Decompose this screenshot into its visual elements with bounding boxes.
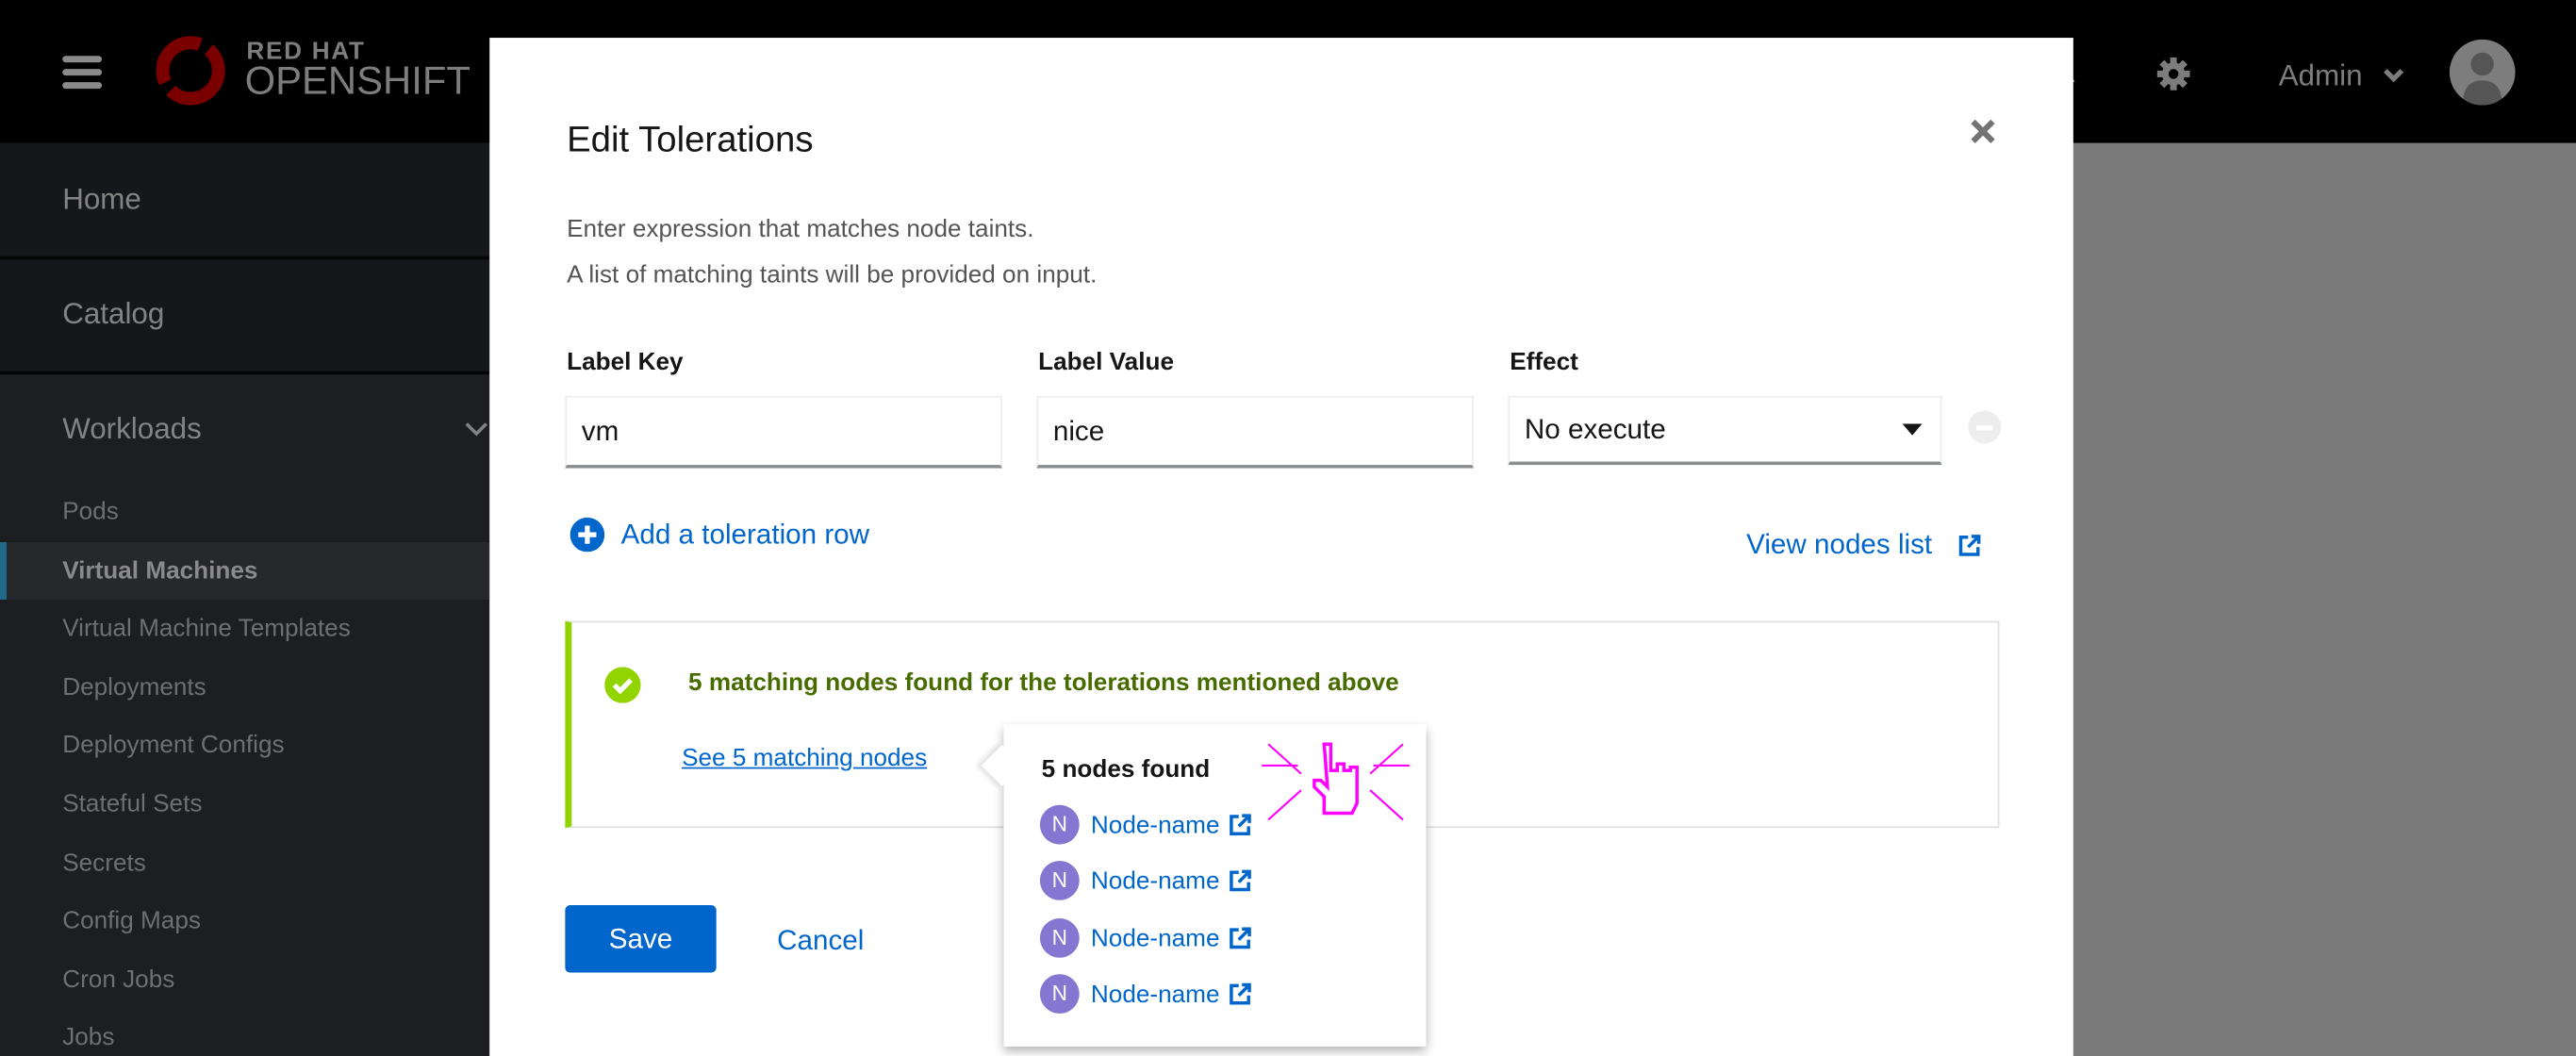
- effect-select[interactable]: No execute: [1508, 395, 1942, 466]
- add-toleration-row-label: Add a toleration row: [620, 518, 870, 550]
- modal-title: Edit Tolerations: [567, 118, 814, 160]
- alert-message: 5 matching nodes found for the toleratio…: [688, 668, 1399, 697]
- external-link-icon: [1958, 535, 1981, 556]
- label-key-input[interactable]: [565, 395, 1002, 469]
- modal-description: A list of matching taints will be provid…: [567, 261, 1098, 289]
- node-avatar: N: [1039, 804, 1080, 845]
- node-link[interactable]: Node-name: [1091, 866, 1220, 895]
- external-link-icon: [1230, 814, 1252, 835]
- node-avatar: N: [1039, 974, 1080, 1015]
- gear-icon[interactable]: [2156, 57, 2190, 91]
- node-item[interactable]: N Node-name: [1039, 804, 1252, 845]
- sidebar-item-workloads[interactable]: Workloads: [62, 412, 202, 447]
- chevron-down-icon[interactable]: [2382, 66, 2404, 86]
- sidebar-item-config-maps[interactable]: Config Maps: [62, 907, 201, 935]
- external-link-icon: [1230, 982, 1252, 1005]
- view-nodes-list-label: View nodes list: [1746, 529, 1933, 561]
- hamburger-menu-icon[interactable]: [62, 56, 103, 95]
- node-item[interactable]: N Node-name: [1039, 860, 1252, 900]
- node-link[interactable]: Node-name: [1091, 811, 1220, 839]
- label-key-header: Label Key: [567, 348, 684, 376]
- sidebar-nav: Home Catalog Workloads Pods Virtual Mach…: [0, 142, 490, 1056]
- node-item[interactable]: N Node-name: [1039, 974, 1252, 1015]
- selected-indicator: [0, 541, 7, 600]
- see-matching-nodes-link[interactable]: See 5 matching nodes: [682, 744, 927, 772]
- plus-circle-icon: [570, 517, 605, 553]
- modal-description: Enter expression that matches node taint…: [567, 215, 1034, 243]
- sidebar-item-virtual-machines[interactable]: Virtual Machines: [62, 557, 257, 586]
- label-value-input[interactable]: [1036, 395, 1474, 469]
- node-item[interactable]: N Node-name: [1039, 917, 1252, 958]
- external-link-icon: [1230, 927, 1252, 949]
- edit-tolerations-modal: Edit Tolerations Enter expression that m…: [489, 38, 2073, 1056]
- node-link[interactable]: Node-name: [1091, 924, 1220, 952]
- sidebar-item-jobs[interactable]: Jobs: [62, 1023, 114, 1051]
- node-link[interactable]: Node-name: [1091, 980, 1220, 1008]
- sidebar-item-cron-jobs[interactable]: Cron Jobs: [62, 966, 174, 995]
- pointer-cursor-icon: [1262, 742, 1410, 821]
- brand-line2: OPENSHIFT: [244, 58, 471, 104]
- sidebar-item-home[interactable]: Home: [62, 182, 141, 217]
- sidebar-item-pods[interactable]: Pods: [62, 498, 119, 526]
- effect-selected-value: No execute: [1524, 414, 1666, 446]
- view-nodes-list-link[interactable]: View nodes list: [1746, 529, 1981, 562]
- sidebar-item-catalog[interactable]: Catalog: [62, 297, 164, 332]
- divider: [0, 256, 490, 260]
- chevron-down-icon[interactable]: [463, 419, 489, 438]
- check-circle-icon: [604, 667, 641, 703]
- node-avatar: N: [1039, 917, 1080, 958]
- sidebar-item-deployments[interactable]: Deployments: [62, 673, 206, 701]
- user-menu[interactable]: Admin: [2279, 59, 2363, 94]
- user-avatar-icon[interactable]: [2449, 39, 2516, 106]
- screen: RED HAT OPENSHIFT Admin Home Catalog Wor…: [0, 0, 2576, 1056]
- sidebar-item-stateful-sets[interactable]: Stateful Sets: [62, 790, 202, 818]
- divider: [0, 371, 490, 375]
- openshift-logo[interactable]: [148, 29, 243, 111]
- save-button[interactable]: Save: [565, 905, 717, 973]
- sidebar-item-secrets[interactable]: Secrets: [62, 850, 146, 878]
- external-link-icon: [1230, 869, 1252, 892]
- sidebar-item-deployment-configs[interactable]: Deployment Configs: [62, 731, 284, 759]
- popover-title: 5 nodes found: [1041, 755, 1211, 784]
- sidebar-item-vm-templates[interactable]: Virtual Machine Templates: [62, 615, 351, 643]
- effect-header: Effect: [1510, 348, 1578, 376]
- label-value-header: Label Value: [1038, 348, 1174, 376]
- add-toleration-row-button[interactable]: Add a toleration row: [570, 517, 870, 553]
- cancel-button[interactable]: Cancel: [777, 925, 864, 958]
- close-icon[interactable]: [1968, 117, 1997, 146]
- node-avatar: N: [1039, 860, 1080, 900]
- remove-row-icon[interactable]: [1968, 410, 2002, 444]
- caret-down-icon: [1902, 423, 1923, 436]
